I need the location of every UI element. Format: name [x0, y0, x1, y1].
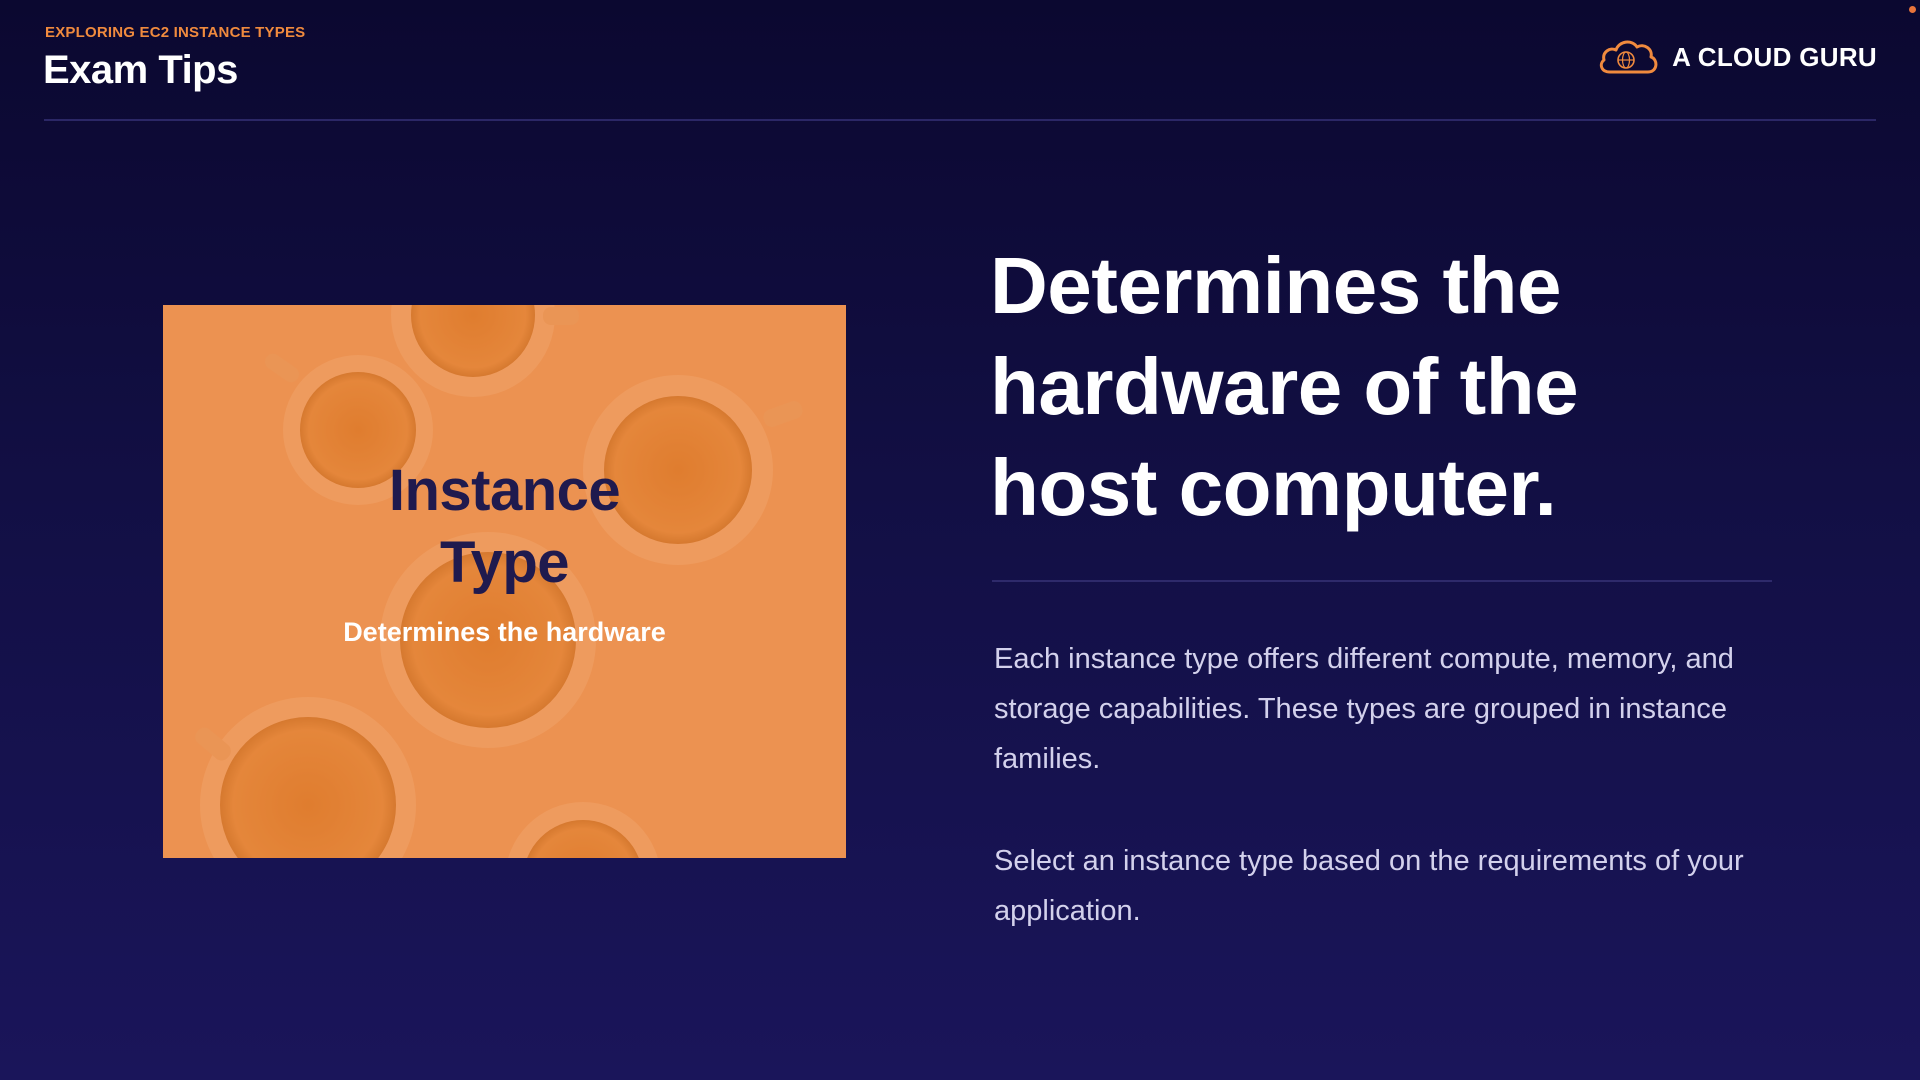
headline-line2: hardware of the	[990, 342, 1579, 431]
brand-logo-group: A CLOUD GURU	[1596, 36, 1877, 78]
cloud-logo-icon	[1599, 40, 1658, 74]
headline-line3: host computer.	[990, 443, 1557, 532]
corner-dot	[1909, 6, 1916, 13]
page-title: Exam Tips	[43, 48, 238, 92]
instance-type-card: Instance Type Determines the hardware	[163, 305, 846, 858]
card-subtitle: Determines the hardware	[343, 617, 666, 647]
card-title-line1: Instance	[388, 458, 621, 523]
eyebrow-label: EXPLORING EC2 INSTANCE TYPES	[45, 24, 306, 41]
content-divider	[992, 580, 1772, 582]
header-divider	[44, 119, 1876, 121]
card-title-line2: Type	[439, 530, 570, 595]
description-paragraph-1: Each instance type offers different comp…	[994, 643, 1734, 775]
card-text-block: Instance Type Determines the hardware	[163, 455, 846, 648]
brand-name: A CLOUD GURU	[1672, 41, 1877, 72]
headline-line1: Determines the	[990, 241, 1561, 330]
description-paragraph-2: Select an instance type based on the req…	[994, 845, 1744, 927]
main-headline: Determines the hardware of the host comp…	[990, 235, 1750, 538]
